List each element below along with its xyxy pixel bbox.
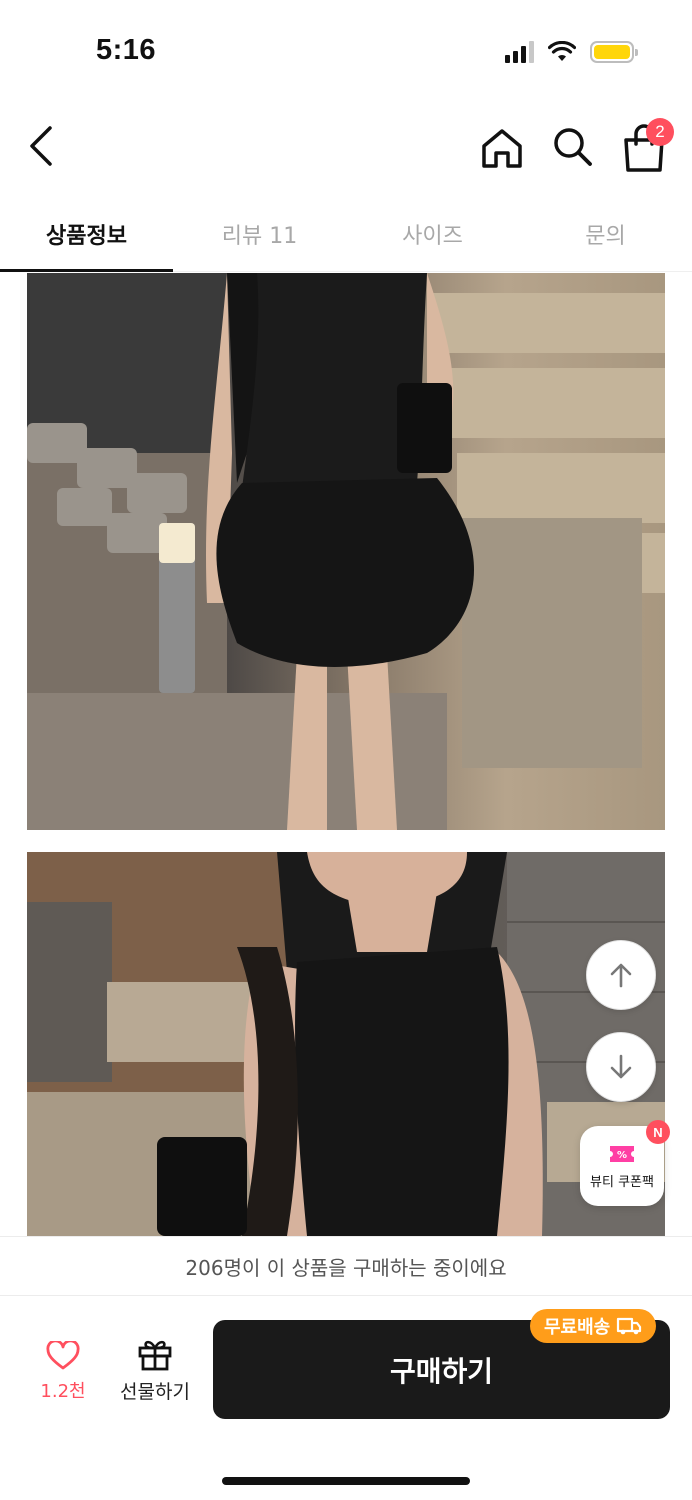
status-time: 5:16 <box>96 34 157 66</box>
product-photo-illustration <box>27 852 665 1236</box>
cellular-signal-icon <box>505 41 534 63</box>
free-shipping-badge: 무료배송 <box>530 1309 657 1343</box>
battery-icon <box>590 41 638 63</box>
top-nav: 2 <box>0 110 692 186</box>
tab-size[interactable]: 사이즈 <box>346 196 519 271</box>
status-icons <box>505 38 638 66</box>
product-photo <box>27 273 665 830</box>
product-photo <box>27 852 665 1236</box>
home-indicator <box>222 1477 470 1485</box>
back-button[interactable] <box>22 124 62 168</box>
heart-icon <box>46 1341 80 1370</box>
like-button[interactable]: 1.2천 <box>28 1341 98 1411</box>
status-bar: 5:16 <box>0 0 692 100</box>
home-button[interactable] <box>478 124 526 172</box>
tab-reviews[interactable]: 리뷰 11 <box>173 196 346 271</box>
chevron-left-icon <box>30 126 52 166</box>
tab-inquiry[interactable]: 문의 <box>519 196 692 271</box>
home-icon <box>482 129 522 168</box>
gift-icon <box>138 1340 172 1371</box>
search-button[interactable] <box>548 122 596 170</box>
arrow-down-icon <box>610 1054 632 1079</box>
new-badge: N <box>646 1120 670 1144</box>
scroll-to-top-button[interactable] <box>586 940 656 1010</box>
purchase-activity-text: 206명이 이 상품을 구매하는 중이에요 <box>185 1255 507 1280</box>
free-shipping-label: 무료배송 <box>544 1317 611 1338</box>
like-count: 1.2천 <box>40 1381 86 1402</box>
bottom-action-bar: 1.2천 선물하기 구매하기 무료배송 <box>0 1297 692 1500</box>
coupon-ticket-icon: % <box>610 1145 634 1162</box>
beauty-coupon-pack-button[interactable]: % 뷰티 쿠폰팩 N <box>580 1120 670 1206</box>
wifi-icon <box>548 41 576 61</box>
svg-text:%: % <box>617 1150 627 1161</box>
product-tabs: 상품정보 리뷰 11 사이즈 문의 <box>0 196 692 272</box>
cart-button[interactable]: 2 <box>618 118 674 174</box>
cart-count-badge: 2 <box>646 118 674 146</box>
gift-label: 선물하기 <box>120 1381 190 1403</box>
tab-product-info[interactable]: 상품정보 <box>0 196 173 272</box>
scroll-to-bottom-button[interactable] <box>586 1032 656 1102</box>
delivery-truck-icon <box>617 1317 642 1335</box>
purchase-activity-notice: 206명이 이 상품을 구매하는 중이에요 <box>0 1236 692 1296</box>
search-icon <box>554 128 592 166</box>
coupon-pack-label: 뷰티 쿠폰팩 <box>590 1174 654 1190</box>
product-photo-illustration <box>27 273 665 830</box>
arrow-up-icon <box>610 963 632 988</box>
gift-button[interactable]: 선물하기 <box>112 1337 198 1411</box>
